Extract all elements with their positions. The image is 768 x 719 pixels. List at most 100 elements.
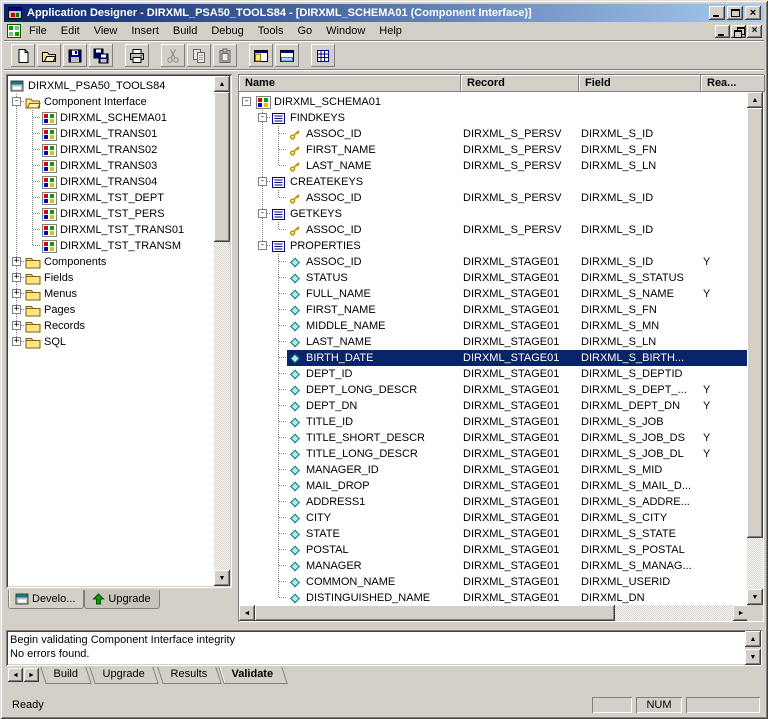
output-window-button[interactable] — [275, 44, 299, 67]
scrollbar-thumb[interactable] — [214, 92, 230, 242]
workspace-tab-develo[interactable]: Develo... — [8, 590, 84, 609]
ci-row[interactable]: ASSOC_IDDIRXML_STAGE01DIRXML_S_IDY — [239, 254, 749, 270]
ci-row[interactable]: STATEDIRXML_STAGE01DIRXML_S_STATE — [239, 526, 749, 542]
ci-row[interactable]: MAIL_DROPDIRXML_STAGE01DIRXML_S_MAIL_D..… — [239, 478, 749, 494]
ci-row[interactable]: ADDRESS1DIRXML_STAGE01DIRXML_S_ADDRE... — [239, 494, 749, 510]
project-tree-item[interactable]: DIRXML_TST_DEPT — [9, 190, 213, 206]
ci-row[interactable]: DEPT_IDDIRXML_STAGE01DIRXML_S_DEPTID — [239, 366, 749, 382]
close-button[interactable]: × — [745, 6, 761, 20]
output-tab-build[interactable]: Build — [40, 667, 92, 684]
save-all-button[interactable] — [89, 44, 113, 67]
ci-row[interactable]: -DIRXML_SCHEMA01 — [239, 94, 749, 110]
output-tab-scroll-right-button[interactable]: ► — [24, 668, 39, 682]
minimize-button[interactable] — [709, 6, 725, 20]
ci-row[interactable]: DEPT_DNDIRXML_STAGE01DIRXML_DEPT_DNY — [239, 398, 749, 414]
ci-row[interactable]: POSTALDIRXML_STAGE01DIRXML_S_POSTAL — [239, 542, 749, 558]
tree-expand-toggle[interactable]: - — [12, 97, 21, 106]
ci-row[interactable]: -FINDKEYS — [239, 110, 749, 126]
tree-expand-toggle[interactable]: + — [12, 305, 21, 314]
ci-row[interactable]: MANAGERDIRXML_STAGE01DIRXML_S_MANAG... — [239, 558, 749, 574]
ci-row[interactable]: BIRTH_DATEDIRXML_STAGE01DIRXML_S_BIRTH..… — [239, 350, 749, 366]
object-viewer-button[interactable] — [311, 44, 335, 67]
new-button[interactable] — [11, 44, 35, 67]
ci-row[interactable]: STATUSDIRXML_STAGE01DIRXML_S_STATUS — [239, 270, 749, 286]
menu-build[interactable]: Build — [166, 23, 204, 39]
ci-row[interactable]: TITLE_SHORT_DESCRDIRXML_STAGE01DIRXML_S_… — [239, 430, 749, 446]
copy-button[interactable] — [187, 44, 211, 67]
ci-row[interactable]: COMMON_NAMEDIRXML_STAGE01DIRXML_USERID — [239, 574, 749, 590]
maximize-button[interactable] — [727, 6, 743, 20]
ci-row[interactable]: FIRST_NAMEDIRXML_S_PERSVDIRXML_S_FN — [239, 142, 749, 158]
tree-expand-toggle[interactable]: + — [12, 289, 21, 298]
menu-tools[interactable]: Tools — [251, 23, 291, 39]
column-header-name[interactable]: Name — [239, 75, 461, 92]
menu-edit[interactable]: Edit — [54, 23, 87, 39]
mdi-restore-button[interactable] — [731, 25, 746, 38]
title-bar[interactable]: Application Designer - DIRXML_PSA50_TOOL… — [4, 4, 764, 22]
tree-expand-toggle[interactable]: - — [258, 241, 267, 250]
project-workspace-button[interactable] — [249, 44, 273, 67]
tree-expand-toggle[interactable]: + — [12, 273, 21, 282]
project-tree-item[interactable]: +Menus — [9, 286, 213, 302]
ci-row[interactable]: ASSOC_IDDIRXML_S_PERSVDIRXML_S_ID — [239, 126, 749, 142]
ci-horizontal-scrollbar[interactable]: ◄ ► — [239, 605, 749, 621]
ci-row[interactable]: ASSOC_IDDIRXML_S_PERSVDIRXML_S_ID — [239, 190, 749, 206]
mdi-minimize-button[interactable] — [715, 25, 730, 38]
scrollbar-thumb[interactable] — [747, 108, 763, 538]
tree-expand-toggle[interactable]: - — [242, 97, 251, 106]
project-tree-item[interactable]: DIRXML_TRANS04 — [9, 174, 213, 190]
ci-row[interactable]: -PROPERTIES — [239, 238, 749, 254]
ci-row[interactable]: MIDDLE_NAMEDIRXML_STAGE01DIRXML_S_MN — [239, 318, 749, 334]
scrollbar-thumb[interactable] — [255, 605, 615, 621]
workspace-tab-upgrade[interactable]: Upgrade — [84, 590, 159, 609]
scroll-up-button[interactable]: ▲ — [214, 76, 230, 92]
project-tree-item[interactable]: DIRXML_TST_TRANSM — [9, 238, 213, 254]
menu-go[interactable]: Go — [290, 23, 319, 39]
project-tree-item[interactable]: DIRXML_TRANS01 — [9, 126, 213, 142]
project-tree-item[interactable]: -Component Interface — [9, 94, 213, 110]
print-button[interactable] — [125, 44, 149, 67]
ci-vertical-scrollbar[interactable]: ▲ ▼ — [747, 92, 763, 605]
scroll-up-button[interactable]: ▲ — [747, 92, 763, 108]
column-header-record[interactable]: Record — [461, 75, 579, 92]
project-tree-item[interactable]: +Components — [9, 254, 213, 270]
ci-row[interactable]: LAST_NAMEDIRXML_STAGE01DIRXML_S_LN — [239, 334, 749, 350]
ci-row[interactable]: LAST_NAMEDIRXML_S_PERSVDIRXML_S_LN — [239, 158, 749, 174]
ci-row[interactable]: MANAGER_IDDIRXML_STAGE01DIRXML_S_MID — [239, 462, 749, 478]
project-tree-item[interactable]: DIRXML_TST_PERS — [9, 206, 213, 222]
scroll-down-button[interactable]: ▼ — [745, 649, 761, 665]
ci-row[interactable]: TITLE_LONG_DESCRDIRXML_STAGE01DIRXML_S_J… — [239, 446, 749, 462]
output-scrollbar[interactable]: ▲ ▼ — [745, 631, 761, 665]
project-tree-scrollbar[interactable]: ▲ ▼ — [214, 76, 230, 586]
ci-row[interactable]: -CREATEKEYS — [239, 174, 749, 190]
tree-expand-toggle[interactable]: + — [12, 321, 21, 330]
open-button[interactable] — [37, 44, 61, 67]
column-header-field[interactable]: Field — [579, 75, 701, 92]
output-tab-results[interactable]: Results — [157, 667, 221, 684]
scroll-down-button[interactable]: ▼ — [214, 570, 230, 586]
menu-insert[interactable]: Insert — [124, 23, 166, 39]
menu-debug[interactable]: Debug — [204, 23, 250, 39]
project-tree-item[interactable]: +Records — [9, 318, 213, 334]
menu-help[interactable]: Help — [372, 23, 409, 39]
ci-row[interactable]: FIRST_NAMEDIRXML_STAGE01DIRXML_S_FN — [239, 302, 749, 318]
ci-row[interactable]: ASSOC_IDDIRXML_S_PERSVDIRXML_S_ID — [239, 222, 749, 238]
ci-row[interactable]: DEPT_LONG_DESCRDIRXML_STAGE01DIRXML_S_DE… — [239, 382, 749, 398]
project-tree-item[interactable]: +Fields — [9, 270, 213, 286]
output-tab-upgrade[interactable]: Upgrade — [90, 667, 160, 684]
project-tree-item[interactable]: +Pages — [9, 302, 213, 318]
project-tree-item[interactable]: DIRXML_TRANS02 — [9, 142, 213, 158]
tree-expand-toggle[interactable]: - — [258, 113, 267, 122]
tree-expand-toggle[interactable]: + — [12, 337, 21, 346]
mdi-close-button[interactable]: × — [747, 25, 762, 38]
column-header-rea[interactable]: Rea... — [701, 75, 765, 92]
ci-row[interactable]: TITLE_IDDIRXML_STAGE01DIRXML_S_JOB — [239, 414, 749, 430]
save-button[interactable] — [63, 44, 87, 67]
paste-button[interactable] — [213, 44, 237, 67]
ci-row[interactable]: -GETKEYS — [239, 206, 749, 222]
ci-row[interactable]: DISTINGUISHED_NAMEDIRXML_STAGE01DIRXML_D… — [239, 590, 749, 605]
ci-row[interactable]: FULL_NAMEDIRXML_STAGE01DIRXML_S_NAMEY — [239, 286, 749, 302]
output-tab-validate[interactable]: Validate — [219, 667, 288, 684]
cut-button[interactable] — [161, 44, 185, 67]
project-tree-item[interactable]: +SQL — [9, 334, 213, 350]
